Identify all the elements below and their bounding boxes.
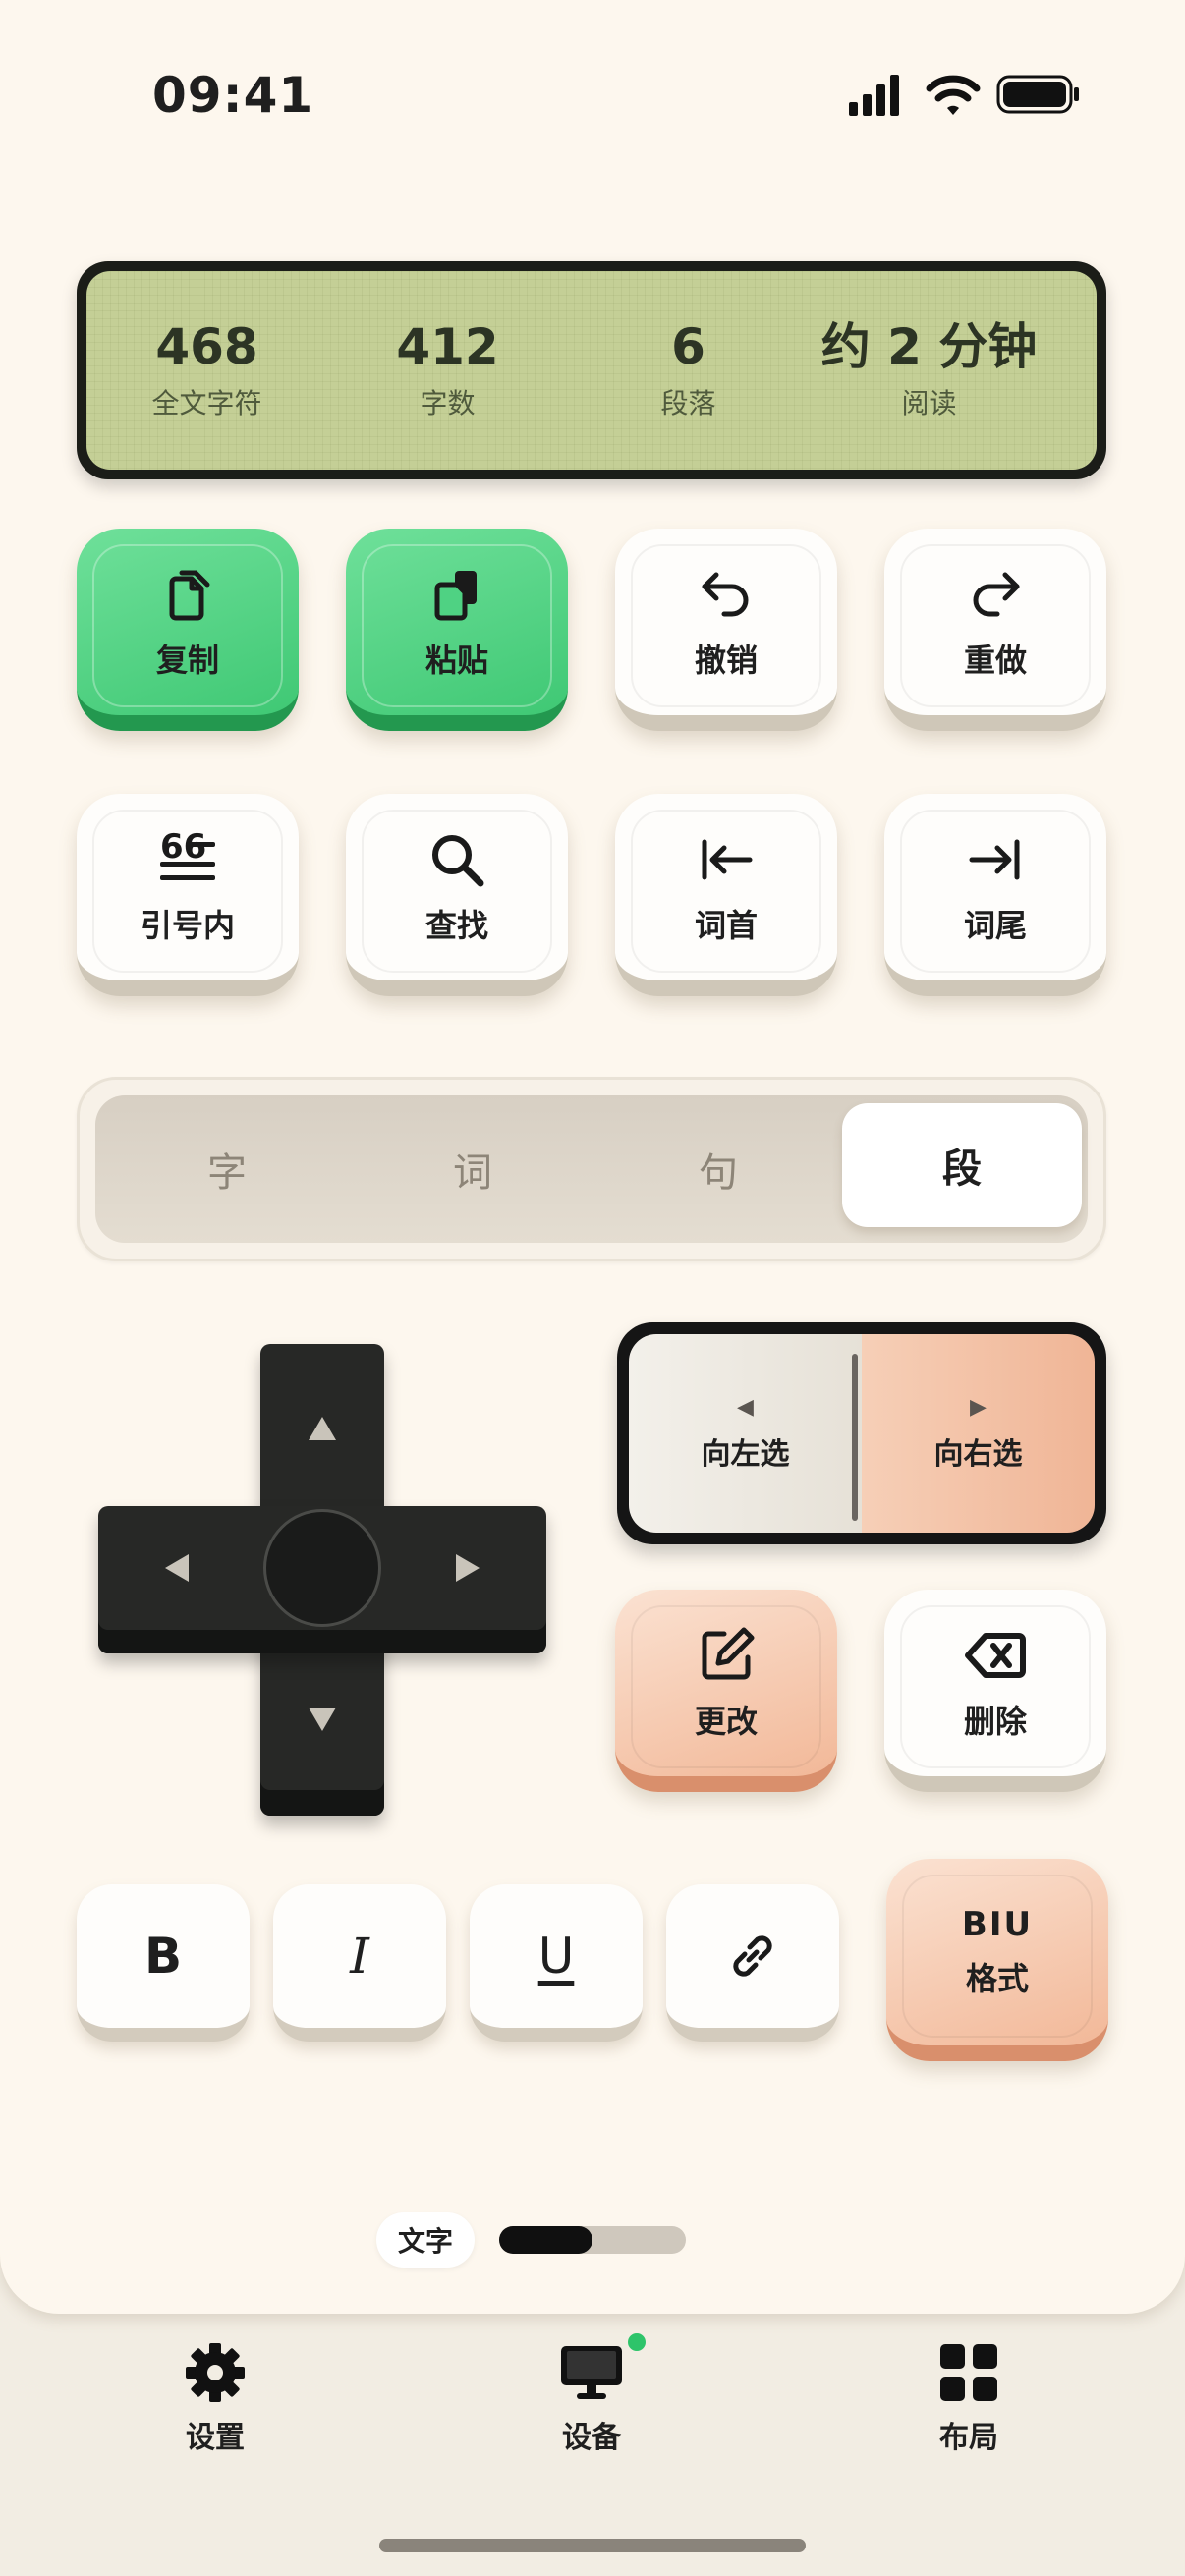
stat-value: 6 bbox=[671, 318, 705, 375]
bold-button[interactable]: B bbox=[77, 1884, 250, 2042]
copy-icon bbox=[169, 570, 210, 621]
tab-layout-label: 布局 bbox=[939, 2421, 998, 2455]
dpad bbox=[98, 1344, 546, 1816]
paste-icon bbox=[434, 571, 477, 621]
stat-paragraphs: 6 段落 bbox=[568, 319, 809, 421]
granularity-char[interactable]: 字 bbox=[107, 1095, 347, 1243]
undo-label: 撤销 bbox=[694, 642, 758, 679]
stat-words: 412 字数 bbox=[327, 319, 568, 421]
underline-button[interactable]: U bbox=[470, 1884, 643, 2042]
search-icon bbox=[432, 835, 484, 887]
monitor-icon bbox=[561, 2346, 622, 2399]
granularity-paragraph[interactable]: 段 bbox=[842, 1103, 1082, 1227]
triangle-left-icon: ◀ bbox=[737, 1394, 754, 1420]
stat-value: 约 2 分钟 bbox=[820, 318, 1038, 375]
page-progress bbox=[499, 2226, 686, 2254]
stat-reading-time: 约 2 分钟 阅读 bbox=[809, 319, 1049, 421]
stat-label: 字数 bbox=[420, 387, 476, 420]
stat-value: 412 bbox=[396, 318, 499, 375]
find-button[interactable]: 查找 bbox=[346, 794, 568, 996]
select-left-button[interactable]: ◀ 向左选 bbox=[629, 1334, 862, 1533]
home-indicator bbox=[379, 2539, 806, 2552]
redo-button[interactable]: 重做 bbox=[884, 529, 1106, 731]
triangle-left-icon bbox=[165, 1554, 189, 1582]
rocker-divider bbox=[852, 1354, 858, 1521]
quote-icon: 66 bbox=[160, 828, 215, 880]
signal-icon bbox=[849, 75, 899, 116]
redo-label: 重做 bbox=[963, 642, 1027, 679]
quote-label: 引号内 bbox=[140, 907, 235, 944]
copy-label: 复制 bbox=[155, 642, 219, 679]
arrow-to-start-icon bbox=[702, 839, 753, 880]
change-label: 更改 bbox=[694, 1703, 758, 1740]
dpad-right-button[interactable] bbox=[438, 1539, 497, 1597]
tab-device[interactable]: 设备 bbox=[493, 2340, 690, 2456]
format-button[interactable]: BIU 格式 bbox=[886, 1859, 1108, 2061]
delete-button[interactable]: 删除 bbox=[884, 1590, 1106, 1792]
link-icon bbox=[733, 1935, 772, 1977]
gear-icon bbox=[186, 2343, 245, 2402]
find-label: 查找 bbox=[424, 907, 488, 944]
granularity-selector: 字 词 句 段 bbox=[77, 1077, 1106, 1261]
word-start-label: 词首 bbox=[694, 907, 758, 944]
tab-settings[interactable]: 设置 bbox=[117, 2340, 313, 2456]
word-start-button[interactable]: 词首 bbox=[615, 794, 837, 996]
stats-display: 468 全文字符 412 字数 6 段落 约 2 分钟 阅读 bbox=[77, 261, 1106, 479]
select-left-label: 向左选 bbox=[701, 1436, 790, 1472]
backspace-icon bbox=[965, 1633, 1026, 1678]
status-time: 09:41 bbox=[152, 67, 314, 124]
quote-button[interactable]: 66 引号内 bbox=[77, 794, 299, 996]
edit-icon bbox=[702, 1627, 755, 1680]
selection-rocker: ◀ 向左选 ▶ 向右选 bbox=[617, 1322, 1106, 1544]
select-right-label: 向右选 bbox=[933, 1436, 1023, 1472]
tab-device-label: 设备 bbox=[562, 2421, 621, 2455]
page-label: 文字 bbox=[376, 2212, 475, 2268]
dpad-up-button[interactable] bbox=[293, 1399, 352, 1458]
link-button[interactable] bbox=[666, 1884, 839, 2042]
page-progress-fill bbox=[499, 2226, 592, 2254]
grid-icon bbox=[940, 2344, 997, 2401]
undo-button[interactable]: 撤销 bbox=[615, 529, 837, 731]
dpad-left-button[interactable] bbox=[147, 1539, 206, 1597]
dpad-center-button[interactable] bbox=[263, 1509, 381, 1627]
italic-label: I bbox=[350, 1928, 369, 1985]
stat-label: 全文字符 bbox=[151, 387, 262, 420]
select-right-button[interactable]: ▶ 向右选 bbox=[862, 1334, 1095, 1533]
stat-label: 段落 bbox=[660, 387, 716, 420]
triangle-down-icon bbox=[309, 1708, 336, 1731]
stat-chars: 468 全文字符 bbox=[86, 319, 327, 421]
status-icons bbox=[847, 71, 1083, 120]
battery-icon bbox=[996, 75, 1079, 114]
underline-label: U bbox=[537, 1928, 575, 1985]
triangle-up-icon bbox=[309, 1417, 336, 1440]
arrow-to-end-icon bbox=[969, 839, 1020, 880]
format-label: 格式 bbox=[965, 1960, 1029, 1997]
stat-label: 阅读 bbox=[901, 387, 957, 420]
granularity-word[interactable]: 词 bbox=[353, 1095, 592, 1243]
status-dot bbox=[625, 2330, 649, 2354]
paste-label: 粘贴 bbox=[424, 642, 488, 679]
delete-label: 删除 bbox=[963, 1703, 1027, 1740]
change-button[interactable]: 更改 bbox=[615, 1590, 837, 1792]
copy-button[interactable]: 复制 bbox=[77, 529, 299, 731]
wifi-icon bbox=[926, 75, 981, 115]
bold-label: B bbox=[143, 1928, 183, 1985]
granularity-sentence[interactable]: 句 bbox=[598, 1095, 838, 1243]
redo-icon bbox=[973, 572, 1020, 617]
triangle-right-icon: ▶ bbox=[970, 1394, 987, 1420]
undo-icon bbox=[702, 572, 749, 617]
italic-button[interactable]: I bbox=[273, 1884, 446, 2042]
svg-text:66: 66 bbox=[160, 828, 206, 867]
triangle-right-icon bbox=[456, 1554, 480, 1582]
word-end-label: 词尾 bbox=[963, 907, 1027, 944]
stat-value: 468 bbox=[155, 318, 258, 375]
tab-layout[interactable]: 布局 bbox=[871, 2340, 1067, 2456]
paste-button[interactable]: 粘贴 bbox=[346, 529, 568, 731]
biu-icon: BIU bbox=[961, 1905, 1034, 1944]
tab-settings-label: 设置 bbox=[186, 2421, 245, 2455]
dpad-down-button[interactable] bbox=[293, 1690, 352, 1749]
word-end-button[interactable]: 词尾 bbox=[884, 794, 1106, 996]
